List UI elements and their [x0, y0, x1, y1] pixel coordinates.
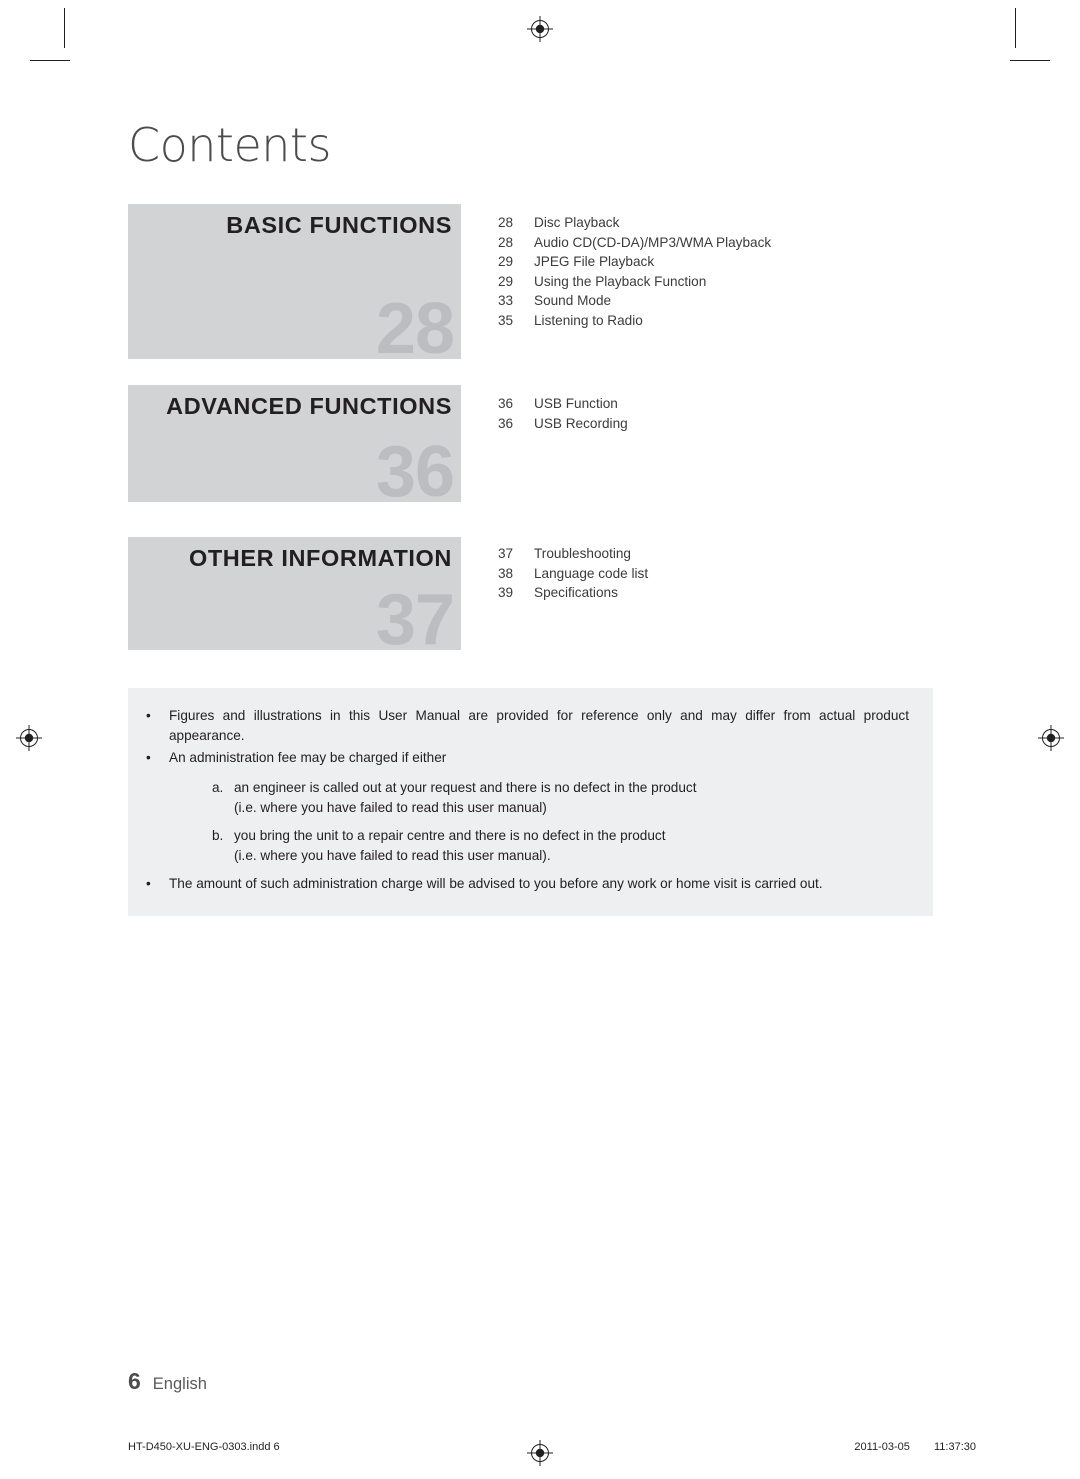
- toc-entry-page: 28: [498, 215, 514, 230]
- note-subitem-text: (i.e. where you have failed to read this…: [234, 800, 547, 815]
- toc-entry-page: 38: [498, 565, 514, 581]
- page-number: 6: [128, 1368, 141, 1394]
- toc-entry-page: 37: [498, 546, 514, 561]
- toc-entry[interactable]: 29 Using the Playback Function: [498, 274, 771, 294]
- toc-entry-page: 35: [498, 312, 514, 328]
- crop-mark-top-left-horizontal: [30, 60, 70, 61]
- toc-entry[interactable]: 37 Troubleshooting: [498, 546, 648, 566]
- toc-entry-page: 29: [498, 254, 514, 270]
- toc-entry-title: Listening to Radio: [534, 312, 643, 328]
- section-block-advanced-functions: ADVANCED FUNCTIONS 36: [128, 385, 461, 508]
- toc-entry-page: 33: [498, 293, 514, 309]
- registration-mark-bottom: [527, 1440, 553, 1466]
- toc-entry-page: 36: [498, 415, 514, 431]
- toc-entry[interactable]: 28 Audio CD(CD-DA)/MP3/WMA Playback: [498, 235, 771, 255]
- toc-entry[interactable]: 36 USB Recording: [498, 416, 628, 436]
- section-page-number-advanced-functions: 36: [375, 432, 455, 512]
- section-block-other-information: OTHER INFORMATION 37: [128, 537, 461, 656]
- toc-entry-title: Disc Playback: [534, 215, 620, 230]
- toc-entry[interactable]: 35 Listening to Radio: [498, 313, 771, 333]
- note-text: An administration fee may be charged if …: [169, 750, 447, 765]
- toc-list-basic-functions: 28 Disc Playback 28 Audio CD(CD-DA)/MP3/…: [498, 215, 771, 333]
- crop-mark-top-right-vertical: [1015, 8, 1016, 48]
- section-title-other-information: OTHER INFORMATION: [188, 545, 452, 571]
- toc-entry[interactable]: 28 Disc Playback: [498, 215, 771, 235]
- toc-entry[interactable]: 36 USB Function: [498, 396, 628, 416]
- print-footer-time: 11:37:30: [933, 1441, 976, 1453]
- note-subitem-text: you bring the unit to a repair centre an…: [234, 828, 666, 843]
- bullet-icon: •: [146, 876, 151, 891]
- toc-entry-title: JPEG File Playback: [534, 254, 655, 270]
- toc-entry[interactable]: 38 Language code list: [498, 566, 648, 586]
- section-title-advanced-functions: ADVANCED FUNCTIONS: [166, 393, 452, 419]
- print-footer-filename: HT-D450-XU-ENG-0303.indd 6: [128, 1441, 280, 1453]
- print-footer-timestamp: 2011-03-05 11:37:30: [854, 1441, 976, 1453]
- note-subitem-b-continuation: (i.e. where you have failed to read this…: [234, 846, 909, 866]
- notes-panel: • Figures and illustrations in this User…: [128, 688, 933, 916]
- page-title: Contents: [128, 118, 331, 172]
- print-footer-date: 2011-03-05: [854, 1441, 910, 1453]
- toc-entry[interactable]: 33 Sound Mode: [498, 293, 771, 313]
- note-subitem-text: (i.e. where you have failed to read this…: [234, 848, 551, 863]
- crop-mark-top-right-horizontal: [1010, 60, 1050, 61]
- toc-entry-title: Troubleshooting: [534, 546, 631, 561]
- toc-entry-title: USB Function: [534, 396, 618, 411]
- toc-entry-page: 29: [498, 273, 514, 289]
- toc-entry-page: 28: [498, 234, 514, 250]
- page-language-label: English: [152, 1375, 207, 1393]
- note-subitem-a: a. an engineer is called out at your req…: [212, 778, 909, 798]
- section-title-basic-functions: BASIC FUNCTIONS: [226, 212, 452, 238]
- toc-list-advanced-functions: 36 USB Function 36 USB Recording: [498, 396, 628, 435]
- toc-entry[interactable]: 29 JPEG File Playback: [498, 254, 771, 274]
- toc-entry[interactable]: 39 Specifications: [498, 585, 648, 605]
- toc-entry-title: Audio CD(CD-DA)/MP3/WMA Playback: [534, 234, 772, 250]
- note-subitem-label: b.: [212, 828, 224, 843]
- registration-mark-right: [1038, 725, 1064, 751]
- toc-entry-title: Sound Mode: [534, 293, 612, 309]
- note-subitem-text: an engineer is called out at your reques…: [234, 780, 697, 795]
- section-page-number-basic-functions: 28: [375, 289, 455, 369]
- toc-entry-title: Using the Playback Function: [534, 273, 707, 289]
- toc-list-other-information: 37 Troubleshooting 38 Language code list…: [498, 546, 648, 605]
- crop-mark-top-left-vertical: [64, 8, 65, 48]
- bullet-icon: •: [146, 750, 151, 765]
- note-item: • An administration fee may be charged i…: [146, 748, 909, 768]
- registration-mark-top: [527, 16, 553, 42]
- note-text: Figures and illustrations in this User M…: [169, 708, 909, 743]
- toc-entry-title: Language code list: [534, 565, 649, 581]
- toc-entry-title: Specifications: [534, 585, 618, 601]
- bullet-icon: •: [146, 708, 151, 723]
- section-page-number-other-information: 37: [375, 580, 455, 660]
- note-item: • The amount of such administration char…: [146, 874, 909, 894]
- section-block-basic-functions: BASIC FUNCTIONS 28: [128, 204, 461, 365]
- footer-page-indicator: 6 English: [128, 1368, 207, 1395]
- toc-entry-page: 39: [498, 585, 514, 601]
- registration-mark-left: [16, 725, 42, 751]
- toc-entry-title: USB Recording: [534, 415, 628, 431]
- note-subitem-a-continuation: (i.e. where you have failed to read this…: [234, 798, 909, 818]
- note-subitem-b: b. you bring the unit to a repair centre…: [212, 826, 909, 846]
- note-item: • Figures and illustrations in this User…: [146, 706, 909, 746]
- toc-entry-page: 36: [498, 396, 514, 411]
- note-subitem-label: a.: [212, 780, 224, 795]
- note-text: The amount of such administration charge…: [169, 876, 823, 891]
